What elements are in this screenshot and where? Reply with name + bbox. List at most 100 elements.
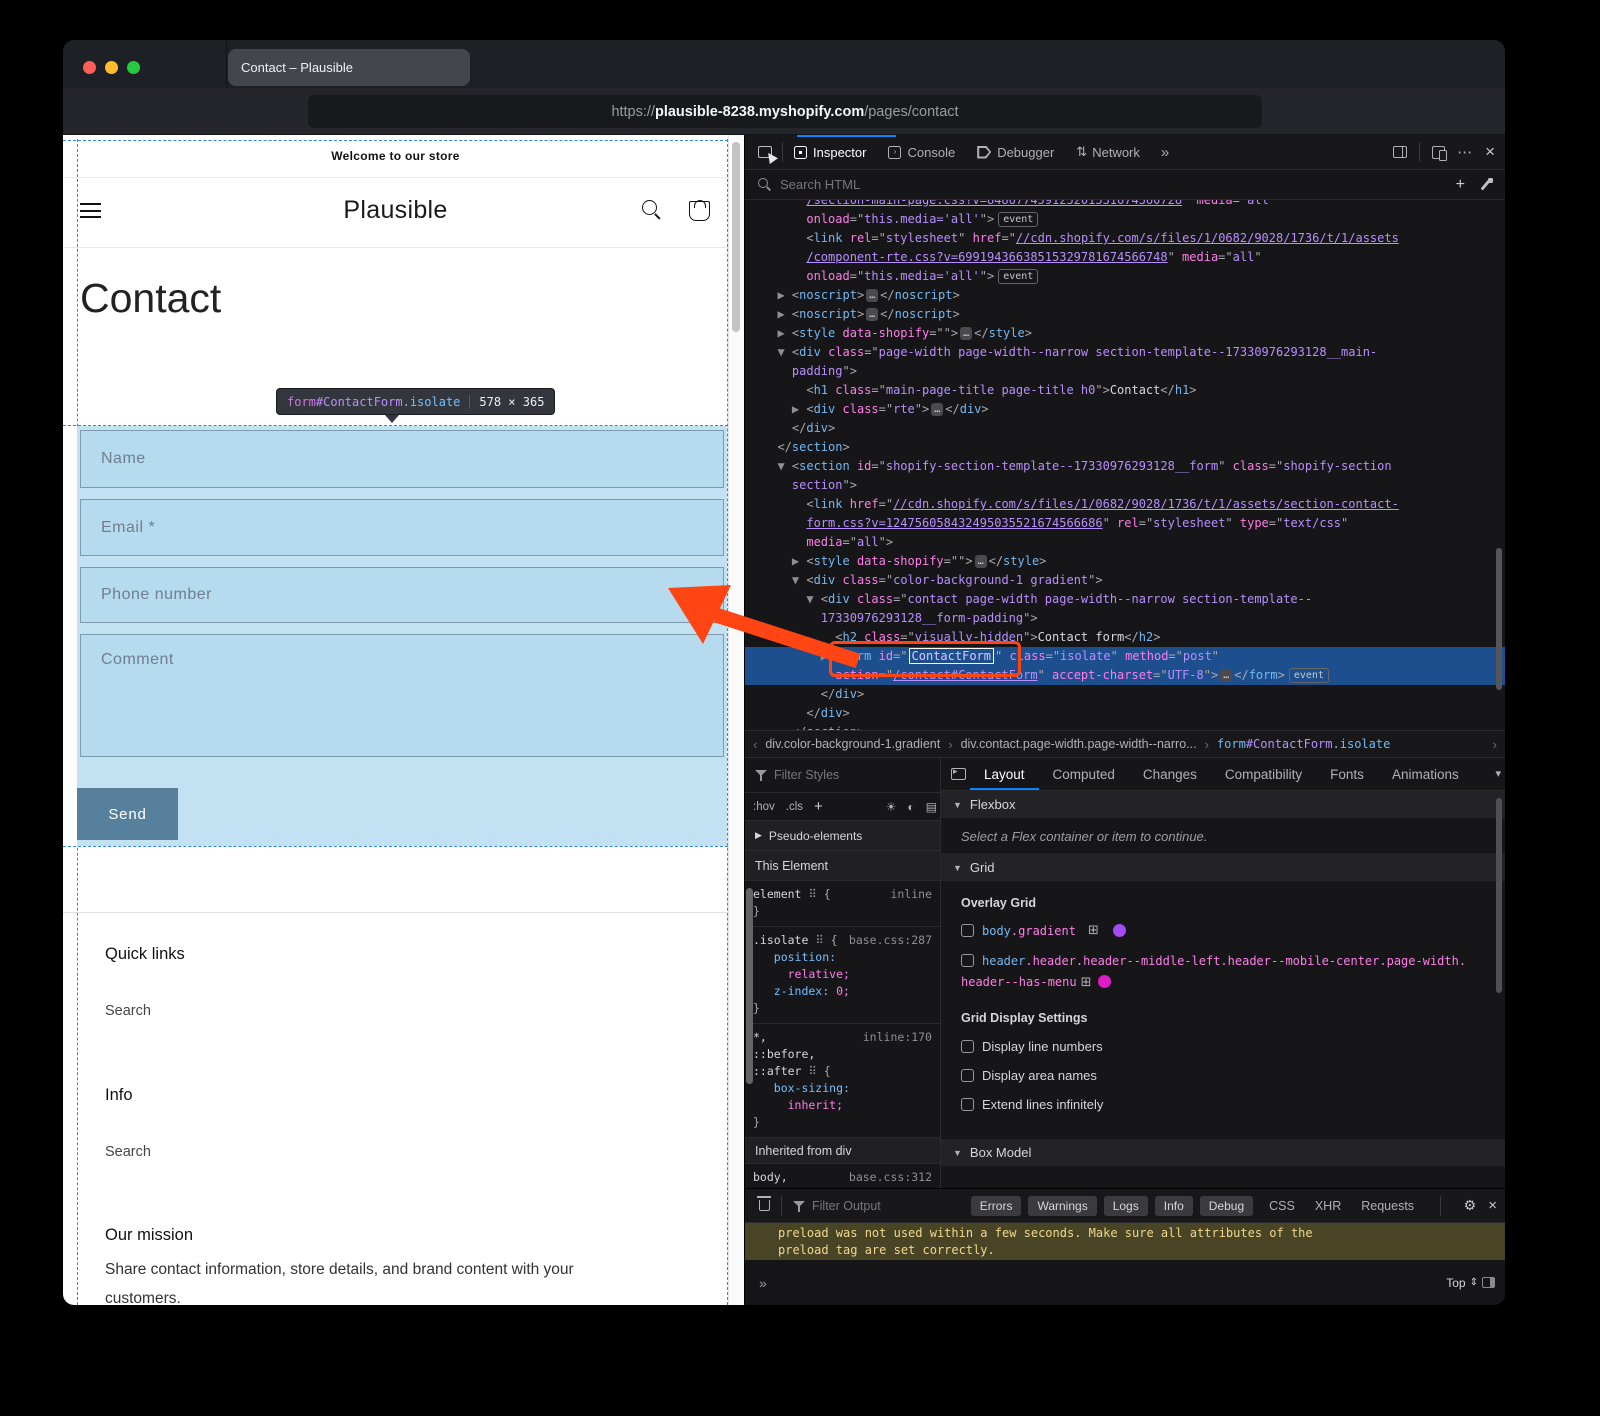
more-tabs-icon[interactable]: » — [1151, 144, 1179, 161]
store-logo[interactable]: Plausible — [63, 196, 728, 225]
tab-computed[interactable]: Computed — [1039, 758, 1129, 790]
code-line[interactable]: relative; — [753, 966, 932, 983]
code-line[interactable]: ▶ <noscript>…</noscript> — [745, 286, 1505, 305]
pseudo-elements-header[interactable]: ▶ Pseudo-elements — [745, 821, 940, 851]
add-rule-icon[interactable]: + — [814, 798, 823, 815]
code-line[interactable]: } — [753, 1000, 932, 1017]
gear-icon[interactable]: ⚙ — [1464, 1197, 1477, 1214]
extend-lines-checkbox[interactable] — [961, 1098, 974, 1111]
comment-field[interactable]: Comment — [80, 634, 724, 757]
eyedropper-icon[interactable] — [1479, 178, 1493, 192]
line-numbers-checkbox[interactable] — [961, 1040, 974, 1053]
page-scrollbar-thumb[interactable] — [732, 142, 740, 332]
dom-tree-scrollbar-thumb[interactable] — [1496, 548, 1502, 690]
dark-theme-icon[interactable]: ◐ — [907, 800, 914, 814]
code-line[interactable]: ▼ <div class="color-background-1 gradien… — [745, 571, 1505, 590]
zoom-window-button[interactable] — [127, 61, 140, 74]
print-media-icon[interactable]: ▤ — [926, 800, 937, 814]
code-line[interactable]: ▼ <section id="shopify-section-template-… — [745, 457, 1505, 476]
code-line[interactable]: ▶ <style data-shopify="">…</style> — [745, 552, 1505, 571]
info-button[interactable]: Info — [1155, 1196, 1193, 1216]
debug-button[interactable]: Debug — [1200, 1196, 1253, 1216]
tab-console[interactable]: › Console — [877, 135, 966, 169]
tab-compatibility[interactable]: Compatibility — [1211, 758, 1316, 790]
overlay-header-selector[interactable]: header.header.header--middle-left.header… — [961, 954, 1466, 989]
code-line[interactable]: </div> — [745, 704, 1505, 723]
grid-color-swatch-pink[interactable] — [1098, 975, 1111, 988]
css-rule-isolate[interactable]: base.css:287.isolate ⠿ { position: relat… — [745, 927, 940, 1024]
email-field[interactable]: Email * — [80, 499, 724, 556]
address-bar[interactable]: https://plausible-8238.myshopify.com/pag… — [308, 95, 1262, 128]
code-line[interactable]: form.css?v=12475605843249503552167456668… — [745, 514, 1505, 533]
code-line[interactable]: <link rel="stylesheet" href="//cdn.shopi… — [745, 229, 1505, 248]
browser-tab[interactable]: Contact – Plausible — [228, 49, 470, 86]
code-line[interactable]: ::after ⠿ { — [753, 1063, 932, 1080]
code-line[interactable]: padding"> — [745, 362, 1505, 381]
code-line[interactable]: element ⠿ {inline — [753, 886, 932, 903]
code-line[interactable]: </div> — [745, 419, 1505, 438]
area-names-checkbox[interactable] — [961, 1069, 974, 1082]
css-rule-universal[interactable]: *,inline:170::before,::after ⠿ { box-siz… — [745, 1024, 940, 1138]
overlay-body-checkbox[interactable] — [961, 924, 974, 937]
layout-scrollbar-thumb[interactable] — [1496, 798, 1502, 993]
tab-layout[interactable]: Layout — [970, 758, 1039, 790]
tab-debugger[interactable]: Debugger — [966, 135, 1065, 169]
code-line[interactable]: </section> — [745, 438, 1505, 457]
warnings-button[interactable]: Warnings — [1028, 1196, 1096, 1216]
code-line[interactable]: <link href="//cdn.shopify.com/s/files/1/… — [745, 495, 1505, 514]
console-input-row[interactable]: » Top ⇕ — [745, 1260, 1505, 1305]
overlay-header-checkbox[interactable] — [961, 954, 974, 967]
tab-network[interactable]: ⇅ Network — [1065, 135, 1151, 169]
tab-inspector[interactable]: Inspector — [783, 135, 877, 169]
breadcrumb-item-gradient[interactable]: div.color-background-1.gradient — [765, 737, 940, 751]
css-filter-link[interactable]: CSS — [1269, 1199, 1295, 1213]
tab-changes[interactable]: Changes — [1129, 758, 1211, 790]
pick-element-icon[interactable] — [758, 146, 772, 158]
code-line[interactable]: ▼ <div class="contact page-width page-wi… — [745, 590, 1505, 609]
code-line[interactable]: media="all"> — [745, 533, 1505, 552]
filter-styles-bar[interactable]: Filter Styles — [745, 758, 940, 793]
breadcrumb-back-icon[interactable]: ‹ — [753, 737, 757, 752]
code-line[interactable]: section"> — [745, 476, 1505, 495]
cart-icon[interactable] — [689, 201, 710, 221]
grid-section-header[interactable]: ▼ Grid — [941, 854, 1505, 882]
light-theme-icon[interactable]: ☀ — [886, 800, 897, 814]
tab-fonts[interactable]: Fonts — [1316, 758, 1378, 790]
breadcrumb-item-form[interactable]: form#ContactForm.isolate — [1217, 737, 1390, 751]
class-toggle[interactable]: .cls — [786, 801, 803, 813]
code-line[interactable]: onload="this.media='all'">event — [745, 210, 1505, 229]
code-line[interactable]: inherit; — [753, 1097, 932, 1114]
box-model-section-header[interactable]: ▼ Box Model — [941, 1139, 1505, 1167]
footer-info-search[interactable]: Search — [105, 1144, 151, 1160]
close-console-icon[interactable]: × — [1488, 1197, 1497, 1214]
minimize-window-button[interactable] — [105, 61, 118, 74]
css-rule-element[interactable]: element ⠿ {inline} — [745, 881, 940, 927]
requests-filter-link[interactable]: Requests — [1361, 1199, 1414, 1213]
settings-menu-icon[interactable]: ⋯ — [1457, 143, 1473, 161]
close-devtools-icon[interactable]: × — [1485, 142, 1495, 162]
code-line[interactable]: ::before, — [753, 1046, 932, 1063]
close-window-button[interactable] — [83, 61, 96, 74]
code-line[interactable]: ▶ <style data-shopify="">…</style> — [745, 324, 1505, 343]
code-line[interactable]: } — [753, 1114, 932, 1131]
flexbox-section-header[interactable]: ▼ Flexbox — [941, 791, 1505, 819]
hover-toggle[interactable]: :hov — [753, 801, 775, 813]
code-line[interactable]: box-sizing: — [753, 1080, 932, 1097]
code-line[interactable]: ▼ <div class="page-width page-width--nar… — [745, 343, 1505, 362]
css-rule-body[interactable]: body,base.css:312 — [745, 1164, 940, 1188]
page-scrollbar[interactable] — [728, 135, 744, 1305]
code-line[interactable]: <h1 class="main-page-title page-title h0… — [745, 381, 1505, 400]
footer-quick-links-search[interactable]: Search — [105, 1003, 151, 1019]
dom-tree[interactable]: /section-main-page.css?v=848677459125201… — [745, 200, 1505, 730]
rules-scrollbar-thumb[interactable] — [746, 888, 753, 1084]
tab-animations[interactable]: Animations — [1378, 758, 1473, 790]
code-line[interactable]: /section-main-page.css?v=848677459125201… — [745, 200, 1505, 210]
search-icon[interactable] — [641, 199, 663, 221]
code-line[interactable]: </section> — [745, 723, 1505, 730]
code-line[interactable]: 17330976293128__form-padding"> — [745, 609, 1505, 628]
breadcrumb-forward-icon[interactable]: › — [1493, 737, 1497, 752]
breadcrumb-item-contact[interactable]: div.contact.page-width.page-width--narro… — [961, 737, 1197, 751]
code-line[interactable]: *,inline:170 — [753, 1029, 932, 1046]
phone-field[interactable]: Phone number — [80, 567, 724, 623]
code-line[interactable]: body,base.css:312 — [753, 1169, 932, 1186]
